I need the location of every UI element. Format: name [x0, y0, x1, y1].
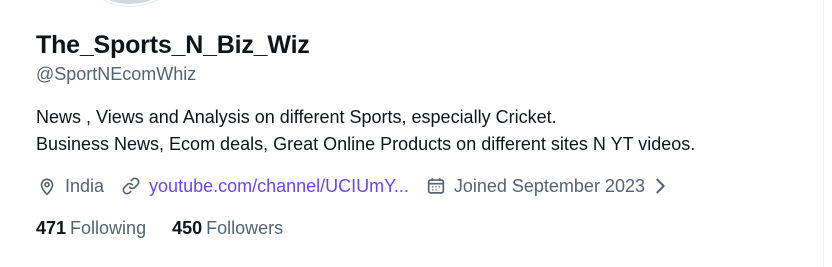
- link-icon: [122, 177, 140, 195]
- followers-link[interactable]: 450 Followers: [172, 216, 283, 240]
- website-item[interactable]: youtube.com/channel/UCIUmY...: [120, 174, 409, 198]
- joined-date: Joined September 2023: [453, 176, 645, 196]
- chevron-right-icon[interactable]: [649, 175, 671, 197]
- joined-item[interactable]: Joined September 2023: [425, 174, 678, 198]
- bio-line: News , Views and Analysis on different S…: [36, 107, 557, 127]
- timeline-right-border: [823, 0, 824, 267]
- followers-count: 450: [172, 218, 203, 238]
- following-link[interactable]: 471 Following: [36, 216, 146, 240]
- location-text: India: [65, 176, 105, 196]
- display-name: The_Sports_N_Biz_Wiz: [36, 31, 310, 59]
- location-item: India: [36, 174, 104, 198]
- calendar-icon: [427, 178, 445, 194]
- bio-line: Business News, Ecom deals, Great Online …: [36, 134, 696, 154]
- website-link[interactable]: youtube.com/channel/UCIUmY...: [149, 174, 409, 198]
- following-label: Following: [70, 218, 147, 238]
- location-pin-icon: [40, 178, 54, 196]
- profile-header: The_Sports_N_Biz_Wiz @SportNEcomWhiz New…: [36, 28, 816, 240]
- profile-meta: India youtube.com/channel/UCIUmY... Join…: [36, 174, 816, 198]
- avatar[interactable]: [92, 0, 168, 6]
- profile-bio: News , Views and Analysis on different S…: [36, 104, 816, 158]
- followers-label: Followers: [206, 218, 284, 238]
- user-handle: @SportNEcomWhiz: [36, 64, 197, 84]
- following-count: 471: [36, 218, 67, 238]
- follow-counts: 471 Following 450 Followers: [36, 216, 816, 240]
